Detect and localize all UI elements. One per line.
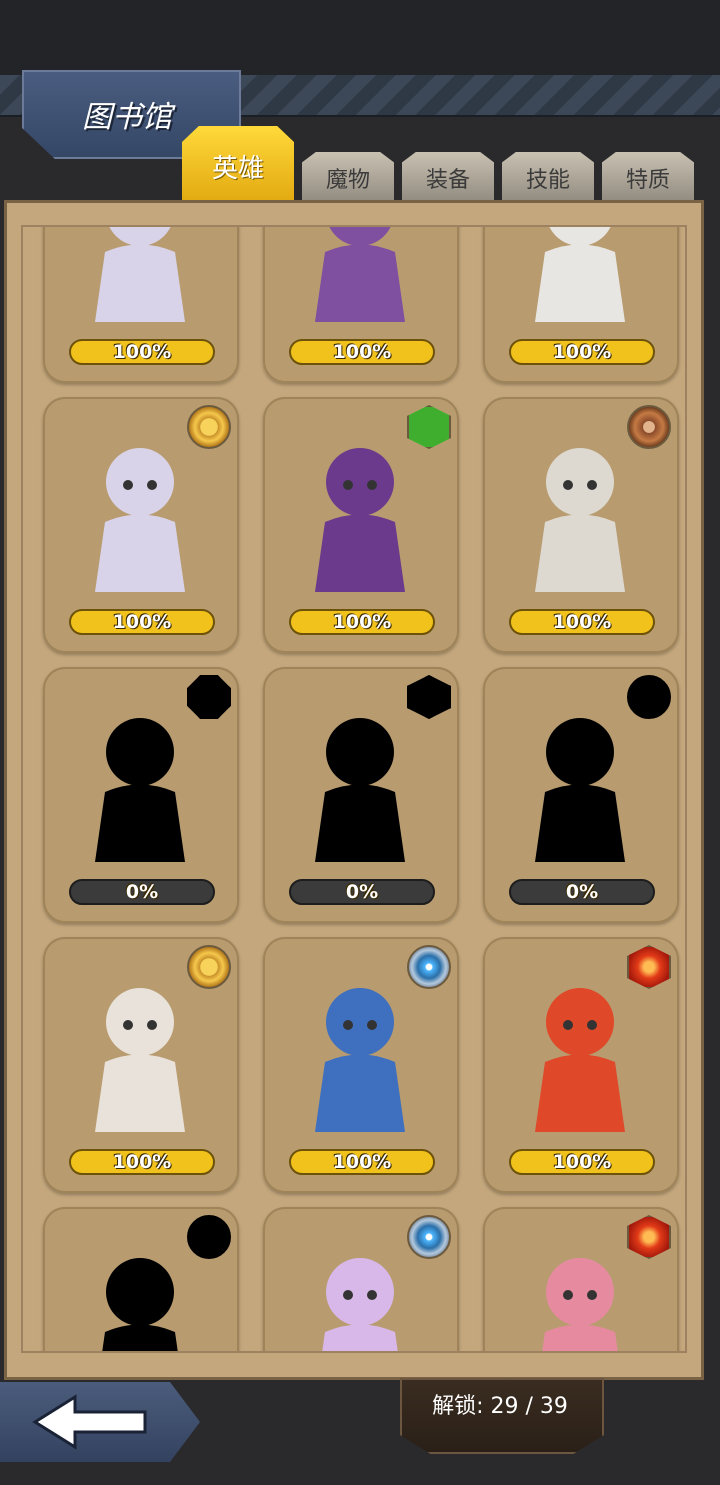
page-title: 图书馆 bbox=[82, 100, 172, 135]
hero-card[interactable]: 100% bbox=[263, 937, 459, 1193]
tab-monsters[interactable]: 魔物 bbox=[302, 152, 394, 204]
hero-portrait bbox=[315, 988, 405, 1132]
progress-bar: 100% bbox=[509, 1149, 655, 1175]
progress-bar: 100% bbox=[69, 339, 215, 365]
hero-card[interactable]: 100% bbox=[43, 227, 239, 383]
hero-silhouette bbox=[535, 718, 625, 862]
progress-bar: 0% bbox=[69, 879, 215, 905]
hero-card[interactable] bbox=[263, 1207, 459, 1351]
dark-icon bbox=[627, 405, 671, 449]
back-arrow-icon[interactable] bbox=[30, 1392, 150, 1452]
hero-portrait bbox=[95, 988, 185, 1132]
hero-card[interactable]: 100% bbox=[263, 227, 459, 383]
progress-bar: 100% bbox=[69, 1149, 215, 1175]
progress-bar: 100% bbox=[289, 609, 435, 635]
progress-bar: 100% bbox=[509, 339, 655, 365]
status-area bbox=[0, 0, 720, 75]
hero-portrait bbox=[95, 227, 185, 322]
hero-portrait bbox=[542, 1258, 618, 1351]
progress-bar: 100% bbox=[289, 339, 435, 365]
hero-card[interactable]: 100% bbox=[43, 937, 239, 1193]
hero-card[interactable]: 100% bbox=[483, 397, 679, 653]
collection-panel: 100% 100% 100% 100% 100% 100% 0% 0% 0% 100% 100% 10… bbox=[4, 200, 704, 1380]
hero-card[interactable]: 100% bbox=[483, 937, 679, 1193]
hero-card[interactable]: 100% bbox=[483, 227, 679, 383]
hero-portrait bbox=[315, 227, 405, 322]
hero-portrait bbox=[535, 988, 625, 1132]
hero-portrait bbox=[315, 448, 405, 592]
hero-silhouette bbox=[95, 718, 185, 862]
hero-portrait bbox=[322, 1258, 398, 1351]
ice-icon bbox=[407, 1215, 451, 1259]
tab-skills[interactable]: 技能 bbox=[502, 152, 594, 204]
hero-card[interactable] bbox=[43, 1207, 239, 1351]
unlock-counter: 解锁: 29 / 39 bbox=[432, 1394, 568, 1419]
hero-card[interactable] bbox=[483, 1207, 679, 1351]
hero-card[interactable]: 0% bbox=[43, 667, 239, 923]
hero-silhouette bbox=[315, 718, 405, 862]
sun-icon bbox=[187, 405, 231, 449]
hero-card[interactable]: 0% bbox=[263, 667, 459, 923]
hero-portrait bbox=[535, 227, 625, 322]
progress-bar: 100% bbox=[509, 609, 655, 635]
progress-bar: 0% bbox=[289, 879, 435, 905]
hero-portrait bbox=[535, 448, 625, 592]
sun-icon bbox=[187, 945, 231, 989]
tab-heroes[interactable]: 英雄 bbox=[182, 126, 294, 206]
hero-card[interactable]: 100% bbox=[43, 397, 239, 653]
tab-traits[interactable]: 特质 bbox=[602, 152, 694, 204]
progress-bar: 0% bbox=[509, 879, 655, 905]
hero-card[interactable]: 100% bbox=[263, 397, 459, 653]
ice-icon bbox=[407, 945, 451, 989]
hero-card[interactable]: 0% bbox=[483, 667, 679, 923]
collection-scroll-area[interactable]: 100% 100% 100% 100% 100% 100% 0% 0% 0% 100% 100% 10… bbox=[21, 225, 687, 1353]
unknown-circle-icon bbox=[187, 1215, 231, 1259]
hero-portrait bbox=[95, 448, 185, 592]
progress-bar: 100% bbox=[69, 609, 215, 635]
hero-silhouette bbox=[102, 1258, 178, 1351]
progress-bar: 100% bbox=[289, 1149, 435, 1175]
tab-equipment[interactable]: 装备 bbox=[402, 152, 494, 204]
unknown-circle-icon bbox=[627, 675, 671, 719]
